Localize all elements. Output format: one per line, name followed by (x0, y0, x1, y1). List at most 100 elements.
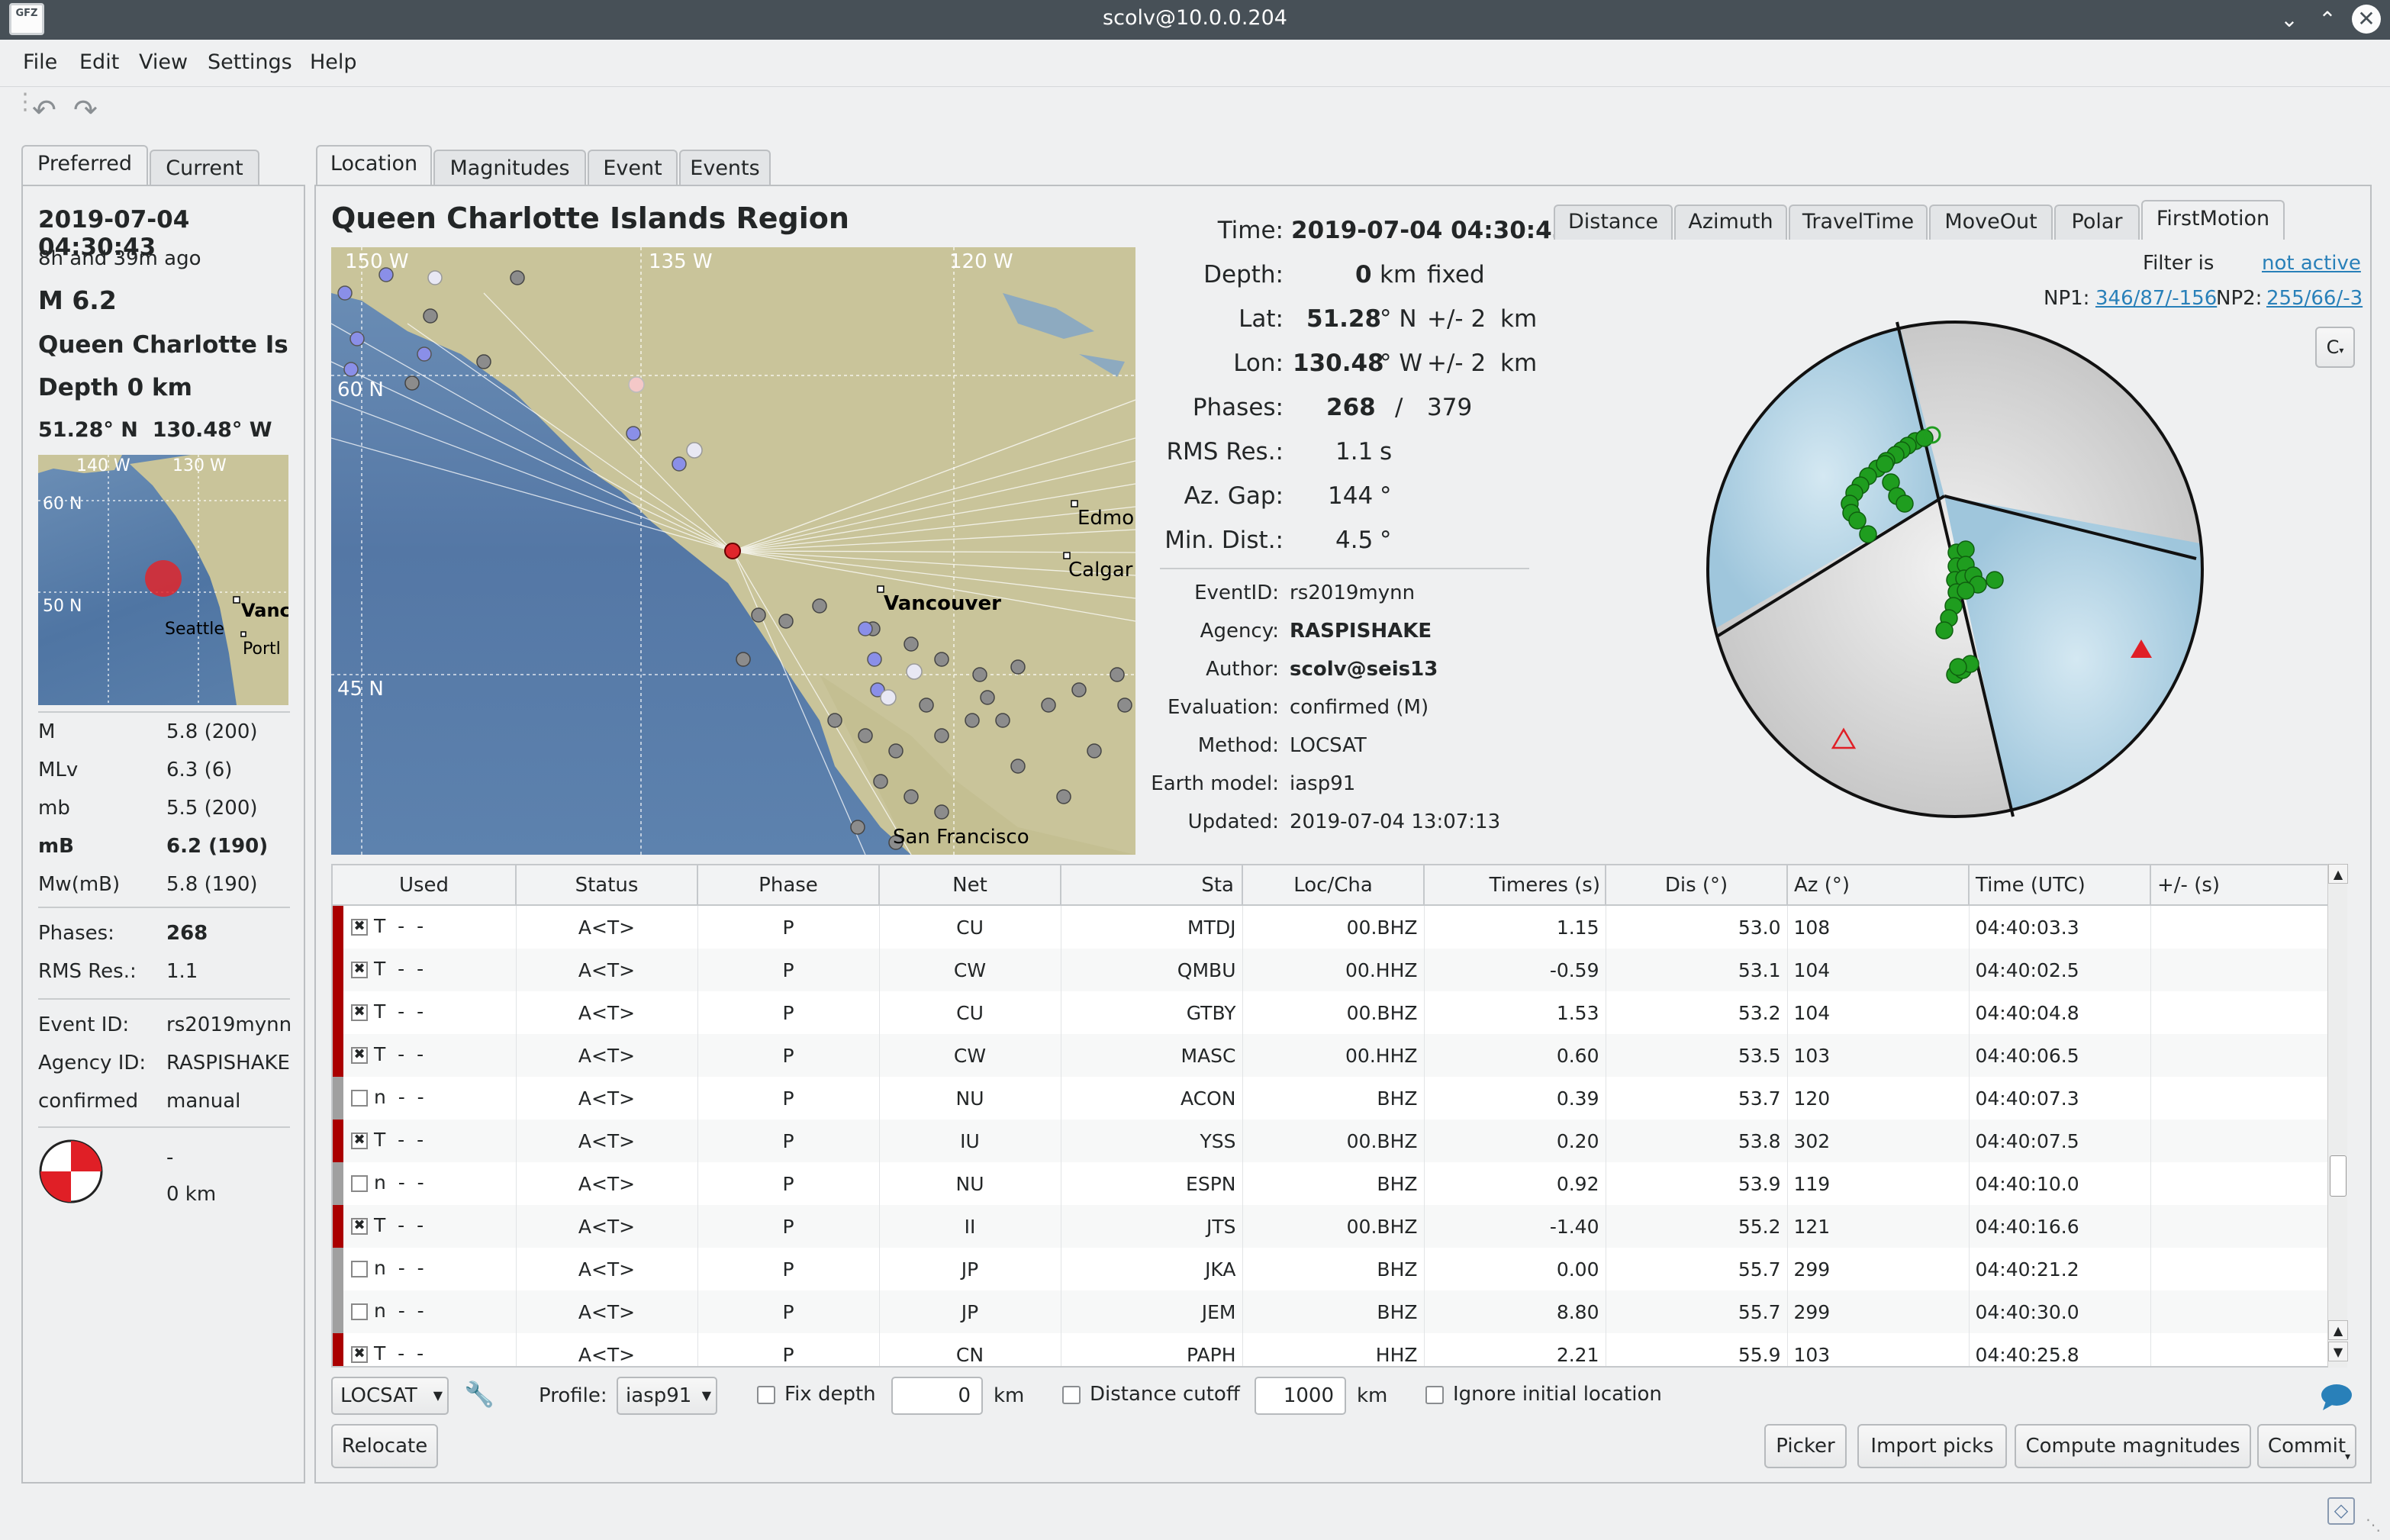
origin-evaluation-value: confirmed (M) (1290, 696, 1429, 719)
table-row[interactable]: ✖ T - - A<T> P CU MTDJ 00.BHZ 1.15 53.0 108 04:40:… (333, 905, 2333, 949)
menu-edit[interactable]: Edit (79, 50, 119, 74)
col-time-utc[interactable]: Time (UTC) (1969, 865, 2151, 906)
profile-select[interactable]: iasp91 ▼ (617, 1377, 717, 1415)
cell-used[interactable]: n - - (333, 1162, 517, 1205)
col-status[interactable]: Status (516, 865, 698, 906)
tab-firstmotion[interactable]: FirstMotion (2141, 200, 2285, 240)
menu-help[interactable]: Help (310, 50, 357, 74)
summary-map[interactable]: 140 W 130 W 60 N 50 N Seattle Vanc Portl (38, 455, 288, 705)
chat-icon[interactable] (2320, 1381, 2353, 1412)
tab-event[interactable]: Event (588, 150, 678, 185)
np1-link[interactable]: 346/87/-156 (2095, 287, 2217, 310)
cell-unc (2150, 1034, 2333, 1077)
table-row[interactable]: ✖ T - - A<T> P CW QMBU 00.HHZ -0.59 53.1 104 04:40… (333, 949, 2333, 991)
connection-status-icon[interactable]: ◇ (2327, 1497, 2355, 1525)
used-checkbox[interactable]: ✖ (351, 1047, 368, 1064)
cell-used[interactable]: n - - (333, 1077, 517, 1120)
col-timeres[interactable]: Timeres (s) (1424, 865, 1606, 906)
used-checkbox[interactable] (351, 1090, 368, 1107)
col-loc-cha[interactable]: Loc/Cha (1242, 865, 1425, 906)
cell-used[interactable]: n - - (333, 1248, 517, 1290)
table-row[interactable]: ✖ T - - A<T> P CW MASC 00.HHZ 0.60 53.5 103 04:40:… (333, 1034, 2333, 1077)
tab-preferred[interactable]: Preferred (21, 145, 148, 186)
col-net[interactable]: Net (879, 865, 1061, 906)
used-checkbox[interactable]: ✖ (351, 919, 368, 936)
col-az[interactable]: Az (°) (1787, 865, 1970, 906)
tab-current[interactable]: Current (150, 150, 259, 185)
used-checkbox[interactable] (351, 1261, 368, 1277)
fix-depth-input[interactable]: 0 (891, 1377, 983, 1415)
menu-view[interactable]: View (139, 50, 188, 74)
cell-used[interactable]: ✖ T - - (333, 991, 517, 1034)
tab-polar[interactable]: Polar (2054, 205, 2140, 240)
table-scrollbar[interactable]: ▲ ▲ ▼ (2327, 864, 2348, 1368)
map-label-lon3: 120 W (949, 250, 1013, 273)
table-row[interactable]: n - - A<T> P JP JKA BHZ 0.00 55.7 299 04:40:21.2 (333, 1248, 2333, 1290)
used-checkbox[interactable] (351, 1303, 368, 1320)
resize-grip-icon[interactable]: ⋱ (2366, 1516, 2381, 1534)
table-row[interactable]: ✖ T - - A<T> P CU GTBY 00.BHZ 1.53 53.2 104 04:40:… (333, 991, 2333, 1034)
cell-used[interactable]: ✖ T - - (333, 949, 517, 991)
relocate-button[interactable]: Relocate (331, 1424, 438, 1468)
used-checkbox[interactable] (351, 1175, 368, 1192)
maximize-icon[interactable]: ⌃ (2312, 5, 2343, 35)
tab-location[interactable]: Location (316, 145, 432, 186)
menu-file[interactable]: File (23, 50, 57, 74)
table-row[interactable]: n - - A<T> P NU ACON BHZ 0.39 53.7 120 04:40:07.3 (333, 1077, 2333, 1120)
ignore-initial-location-checkbox[interactable] (1425, 1386, 1444, 1404)
used-checkbox[interactable]: ✖ (351, 1004, 368, 1021)
undo-icon[interactable]: ↶ (32, 93, 56, 127)
table-row[interactable]: n - - A<T> P JP JEM BHZ 8.80 55.7 299 04:40:30.0 (333, 1290, 2333, 1333)
col-sta[interactable]: Sta (1061, 865, 1243, 906)
distance-cutoff-input[interactable]: 1000 (1255, 1377, 1346, 1415)
tab-distance[interactable]: Distance (1554, 205, 1673, 240)
cell-used[interactable]: n - - (333, 1290, 517, 1333)
fm-mode-button[interactable]: C▾ (2315, 327, 2355, 368)
used-checkbox[interactable]: ✖ (351, 1218, 368, 1235)
close-icon[interactable]: ✕ (2352, 5, 2381, 34)
locator-select[interactable]: LOCSAT ▼ (331, 1377, 449, 1415)
used-checkbox[interactable]: ✖ (351, 1346, 368, 1363)
np2-link[interactable]: 255/66/-3 (2266, 287, 2363, 310)
col-used[interactable]: Used (333, 865, 517, 906)
cell-used[interactable]: ✖ T - - (333, 1333, 517, 1366)
summary-rms-value: 1.1 (166, 960, 198, 983)
minimize-icon[interactable]: ⌄ (2274, 5, 2305, 35)
compute-magnitudes-button[interactable]: Compute magnitudes (2015, 1424, 2251, 1468)
import-picks-button[interactable]: Import picks (1857, 1424, 2007, 1468)
commit-button[interactable]: Commit ▾ (2257, 1424, 2356, 1468)
tab-azimuth[interactable]: Azimuth (1674, 205, 1787, 240)
scroll-down-icon[interactable]: ▼ (2328, 1342, 2348, 1361)
col-dis[interactable]: Dis (°) (1606, 865, 1788, 906)
cell-used[interactable]: ✖ T - - (333, 1120, 517, 1162)
filter-status-link[interactable]: not active (2262, 252, 2361, 275)
cell-used[interactable]: ✖ T - - (333, 1034, 517, 1077)
tab-magnitudes[interactable]: Magnitudes (433, 150, 586, 185)
wrench-icon[interactable]: 🔧 (464, 1380, 494, 1409)
cell-used[interactable]: ✖ T - - (333, 905, 517, 949)
origin-mindist-value: 4.5 (1335, 527, 1374, 554)
scroll-up-icon[interactable]: ▲ (2328, 864, 2348, 884)
tab-traveltime[interactable]: TravelTime (1789, 205, 1928, 240)
cell-res: 0.20 (1424, 1120, 1606, 1162)
scroll-up-icon[interactable]: ▲ (2328, 1320, 2348, 1340)
col-uncertainty[interactable]: +/- (s) (2150, 865, 2333, 906)
first-motion-plot[interactable] (1702, 316, 2208, 823)
table-row[interactable]: ✖ T - - A<T> P IU YSS 00.BHZ 0.20 53.8 302 04:40:0… (333, 1120, 2333, 1162)
tab-moveout[interactable]: MoveOut (1929, 205, 2053, 240)
col-phase[interactable]: Phase (697, 865, 880, 906)
picker-button[interactable]: Picker (1764, 1424, 1847, 1468)
used-checkbox[interactable]: ✖ (351, 1132, 368, 1149)
used-checkbox[interactable]: ✖ (351, 962, 368, 978)
origin-map[interactable]: 150 W 135 W 120 W 60 N 45 N Edmor Calgar… (331, 247, 1135, 855)
redo-icon[interactable]: ↷ (73, 93, 98, 127)
fix-depth-checkbox[interactable] (757, 1386, 775, 1404)
table-row[interactable]: ✖ T - - A<T> P II JTS 00.BHZ -1.40 55.2 121 04:40:… (333, 1205, 2333, 1248)
tab-events[interactable]: Events (679, 150, 771, 185)
table-row[interactable]: n - - A<T> P NU ESPN BHZ 0.92 53.9 119 04:40:10.0 (333, 1162, 2333, 1205)
distance-cutoff-checkbox[interactable] (1062, 1386, 1081, 1404)
scroll-thumb[interactable] (2330, 1155, 2347, 1197)
table-row[interactable]: ✖ T - - A<T> P CN PAPH HHZ 2.21 55.9 103 04:40:25.… (333, 1333, 2333, 1366)
cell-used[interactable]: ✖ T - - (333, 1205, 517, 1248)
menu-settings[interactable]: Settings (208, 50, 292, 74)
